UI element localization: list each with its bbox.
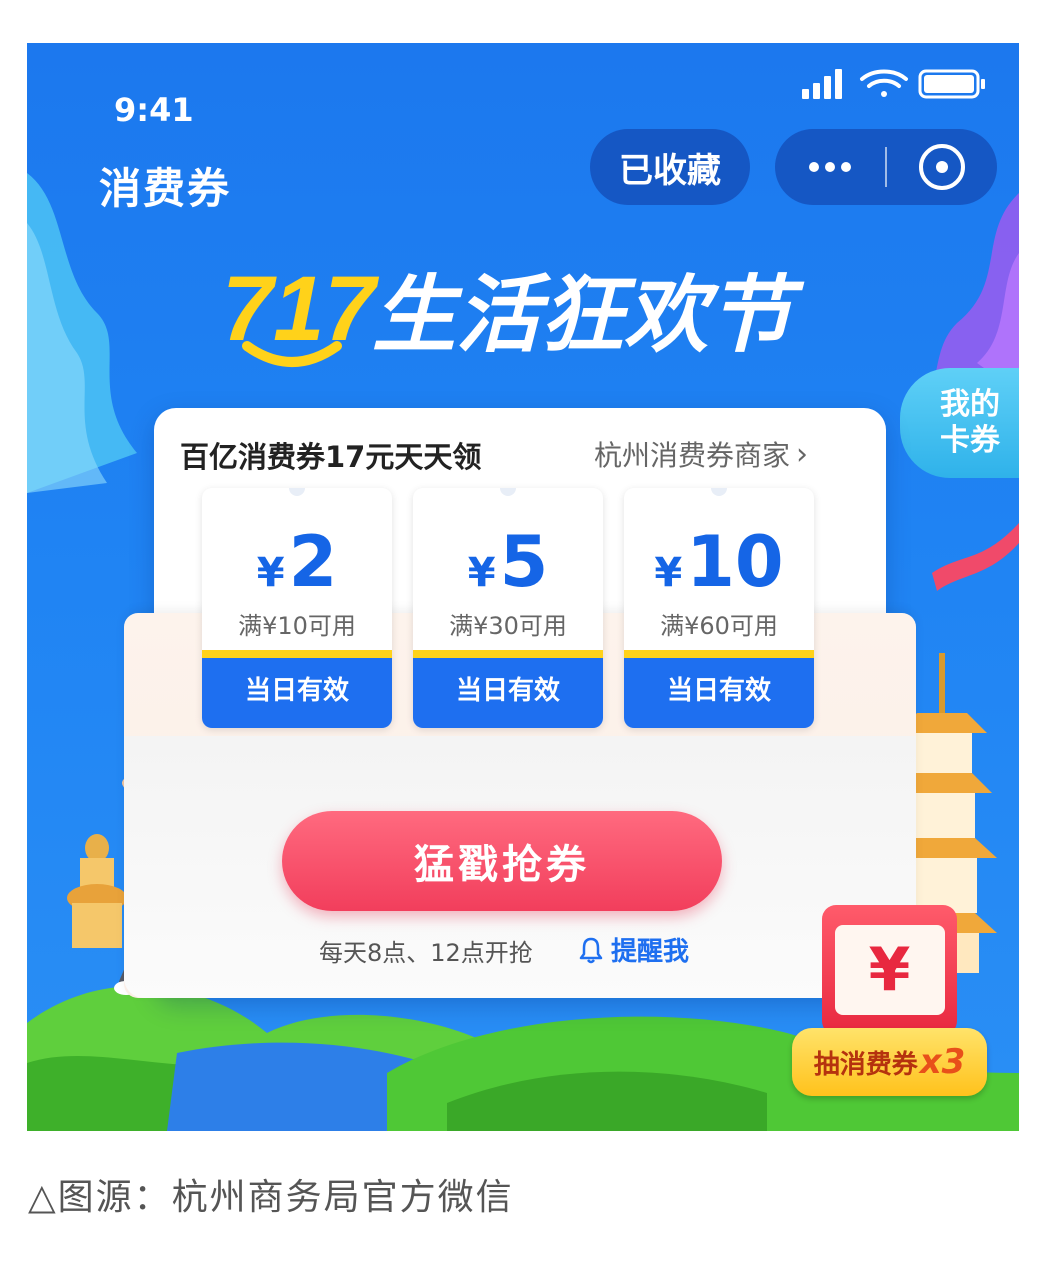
more-icon xyxy=(809,162,851,172)
coupon-stripe xyxy=(202,650,392,658)
coupon-validity: 当日有效 xyxy=(624,658,814,728)
coupon-card: 百亿消费券17元天天领 杭州消费券商家 › ¥2 满¥10可用 当日有效 ¥5 … xyxy=(124,408,916,998)
battery-icon xyxy=(918,69,985,99)
my-cards-line2: 卡券 xyxy=(940,423,1000,458)
currency-symbol: ¥ xyxy=(467,550,496,596)
app-screen: 9:41 消费券 已收藏 717 生活狂欢节 我的 卡券 百亿消费券17元天天领… xyxy=(27,43,1019,1131)
lottery-multiplier: x3 xyxy=(919,1042,966,1082)
coupon-item[interactable]: ¥10 满¥60可用 当日有效 xyxy=(624,488,814,728)
festival-banner: 717 生活狂欢节 xyxy=(222,258,805,367)
coupon-notch xyxy=(711,488,727,496)
coupon-stripe xyxy=(624,650,814,658)
lottery-label: 抽消费券 xyxy=(813,1049,918,1080)
coupon-condition: 满¥30可用 xyxy=(449,612,567,640)
image-caption: △图源：杭州商务局官方微信 xyxy=(28,1177,514,1218)
merchant-link-label: 杭州消费券商家 xyxy=(594,439,791,472)
chevron-right-icon: › xyxy=(796,436,809,472)
coupon-condition: 满¥10可用 xyxy=(238,612,356,640)
coupon-notch xyxy=(500,488,516,496)
coupon-value: 2 xyxy=(288,521,338,603)
my-cards-tab[interactable]: 我的 卡券 xyxy=(900,368,1019,478)
close-target-icon xyxy=(919,144,965,190)
card-title: 百亿消费券17元天天领 xyxy=(180,440,482,474)
status-time: 9:41 xyxy=(114,91,194,129)
coupon-amount: ¥2 xyxy=(202,522,392,613)
miniprogram-capsule xyxy=(775,129,997,205)
banner-title: 生活狂欢节 xyxy=(372,266,805,364)
status-icons xyxy=(802,69,985,99)
signal-icon xyxy=(802,69,842,99)
coupon-amount: ¥5 xyxy=(413,522,603,613)
currency-symbol: ¥ xyxy=(256,550,285,596)
coupon-value: 10 xyxy=(686,521,784,603)
coupon-item[interactable]: ¥2 满¥10可用 当日有效 xyxy=(202,488,392,728)
my-cards-line1: 我的 xyxy=(940,387,1000,422)
wifi-icon xyxy=(860,69,908,97)
lottery-button[interactable]: 抽消费券 x3 xyxy=(792,1028,987,1096)
more-button[interactable] xyxy=(775,129,885,205)
coupon-stripe xyxy=(413,650,603,658)
coupon-item[interactable]: ¥5 满¥30可用 当日有效 xyxy=(413,488,603,728)
coupon-validity: 当日有效 xyxy=(202,658,392,728)
coupon-validity: 当日有效 xyxy=(413,658,603,728)
envelope-symbol: ¥ xyxy=(834,925,945,1015)
close-miniprogram-button[interactable] xyxy=(887,129,997,205)
coupon-condition: 满¥60可用 xyxy=(660,612,778,640)
coupon-notch xyxy=(289,488,305,496)
coupon-value: 5 xyxy=(499,521,549,603)
red-envelope-icon[interactable]: ¥ xyxy=(822,905,957,1035)
red-ribbon-decoration xyxy=(932,523,1019,591)
remind-me-label: 提醒我 xyxy=(611,937,690,967)
bell-icon xyxy=(579,937,603,963)
remind-me-button[interactable]: 提醒我 xyxy=(579,931,689,968)
page-title: 消费券 xyxy=(99,164,232,213)
coupon-amount: ¥10 xyxy=(624,522,814,613)
schedule-text: 每天8点、12点开抢 xyxy=(319,939,533,967)
currency-symbol: ¥ xyxy=(654,550,683,596)
favorite-button[interactable]: 已收藏 xyxy=(590,129,750,205)
grab-coupon-button[interactable]: 猛戳抢券 xyxy=(282,811,722,911)
merchant-link[interactable]: 杭州消费券商家 › xyxy=(594,434,808,474)
